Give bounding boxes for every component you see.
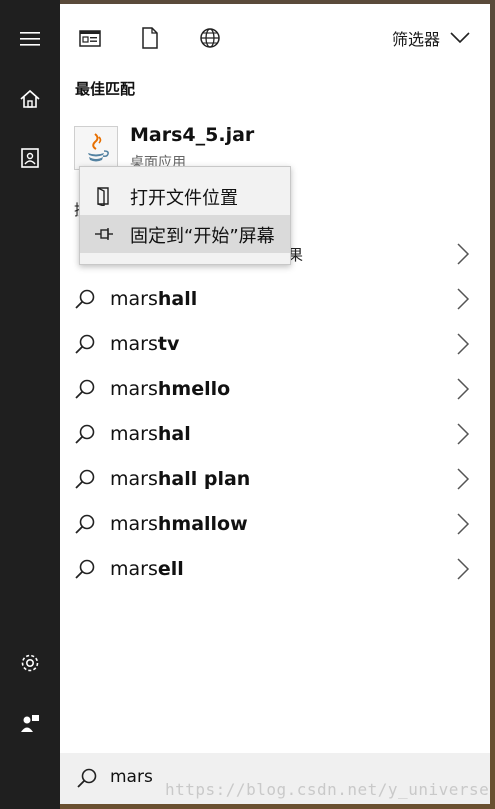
pin-icon (95, 228, 113, 240)
filter-label: 筛选器 (391, 30, 440, 49)
home-icon[interactable] (15, 84, 45, 114)
search-icon (75, 379, 95, 399)
settings-gear-icon[interactable] (15, 648, 45, 678)
suggestion-row[interactable]: marsell (60, 547, 490, 592)
context-menu: 打开文件位置 固定到“开始”屏幕 (79, 166, 291, 265)
documents-filter-icon[interactable] (138, 26, 162, 50)
suggestion-row[interactable]: marstv (60, 322, 490, 367)
search-icon (75, 424, 95, 444)
chevron-right-icon (457, 423, 470, 445)
best-match-heading: 最佳匹配 (75, 80, 136, 98)
suggestion-text: marshall plan (110, 468, 251, 490)
web-globe-icon[interactable] (198, 26, 222, 50)
search-query: mars (110, 767, 153, 787)
suggestion-list: marshall marstv marshmello marshal marsh… (60, 277, 490, 592)
chevron-right-icon (457, 558, 470, 580)
start-sidebar (0, 0, 60, 809)
suggestion-text: marsell (110, 558, 184, 580)
suggestion-text: marshmallow (110, 513, 248, 535)
menu-item-open-file-location[interactable]: 打开文件位置 (80, 177, 290, 215)
menu-item-label: 打开文件位置 (130, 188, 238, 209)
filter-toolbar: 筛选器 (60, 4, 490, 70)
chevron-right-icon (457, 333, 470, 355)
apps-filter-icon[interactable] (78, 26, 102, 50)
search-icon (75, 289, 95, 309)
suggestion-row[interactable]: marshall plan (60, 457, 490, 502)
search-icon (75, 514, 95, 534)
open-folder-icon (97, 187, 109, 206)
hamburger-menu-icon[interactable] (15, 24, 45, 54)
search-icon (77, 768, 97, 788)
notebook-icon[interactable] (15, 143, 45, 173)
suggestion-text: marshal (110, 423, 191, 445)
suggestion-row[interactable]: marshmello (60, 367, 490, 412)
search-icon (75, 469, 95, 489)
watermark: https://blog.csdn.net/y_universe (165, 780, 490, 799)
chevron-down-icon (450, 32, 470, 44)
suggestion-row[interactable]: marshmallow (60, 502, 490, 547)
best-match-result[interactable]: Mars4_5.jar 桌面应用 (74, 122, 474, 172)
chevron-right-icon (457, 288, 470, 310)
chevron-right-icon (457, 243, 470, 265)
menu-item-label: 固定到“开始”屏幕 (130, 226, 275, 247)
feedback-user-icon[interactable] (15, 708, 45, 738)
search-results-panel: 筛选器 最佳匹配 Mars4_5.jar 桌面应用 搜 果 marshall (60, 4, 490, 804)
suggestion-row[interactable]: marshal (60, 412, 490, 457)
search-icon (75, 559, 95, 579)
search-icon (75, 334, 95, 354)
suggestion-text: marshmello (110, 378, 231, 400)
suggestion-text: marshall (110, 288, 198, 310)
menu-item-pin-to-start[interactable]: 固定到“开始”屏幕 (80, 215, 290, 253)
chevron-right-icon (457, 513, 470, 535)
chevron-right-icon (457, 468, 470, 490)
suggestion-text: marstv (110, 333, 180, 355)
filter-dropdown[interactable]: 筛选器 (392, 24, 470, 52)
java-jar-icon (74, 126, 118, 170)
chevron-right-icon (457, 378, 470, 400)
app-name: Mars4_5.jar (130, 124, 255, 146)
suggestion-row[interactable]: marshall (60, 277, 490, 322)
